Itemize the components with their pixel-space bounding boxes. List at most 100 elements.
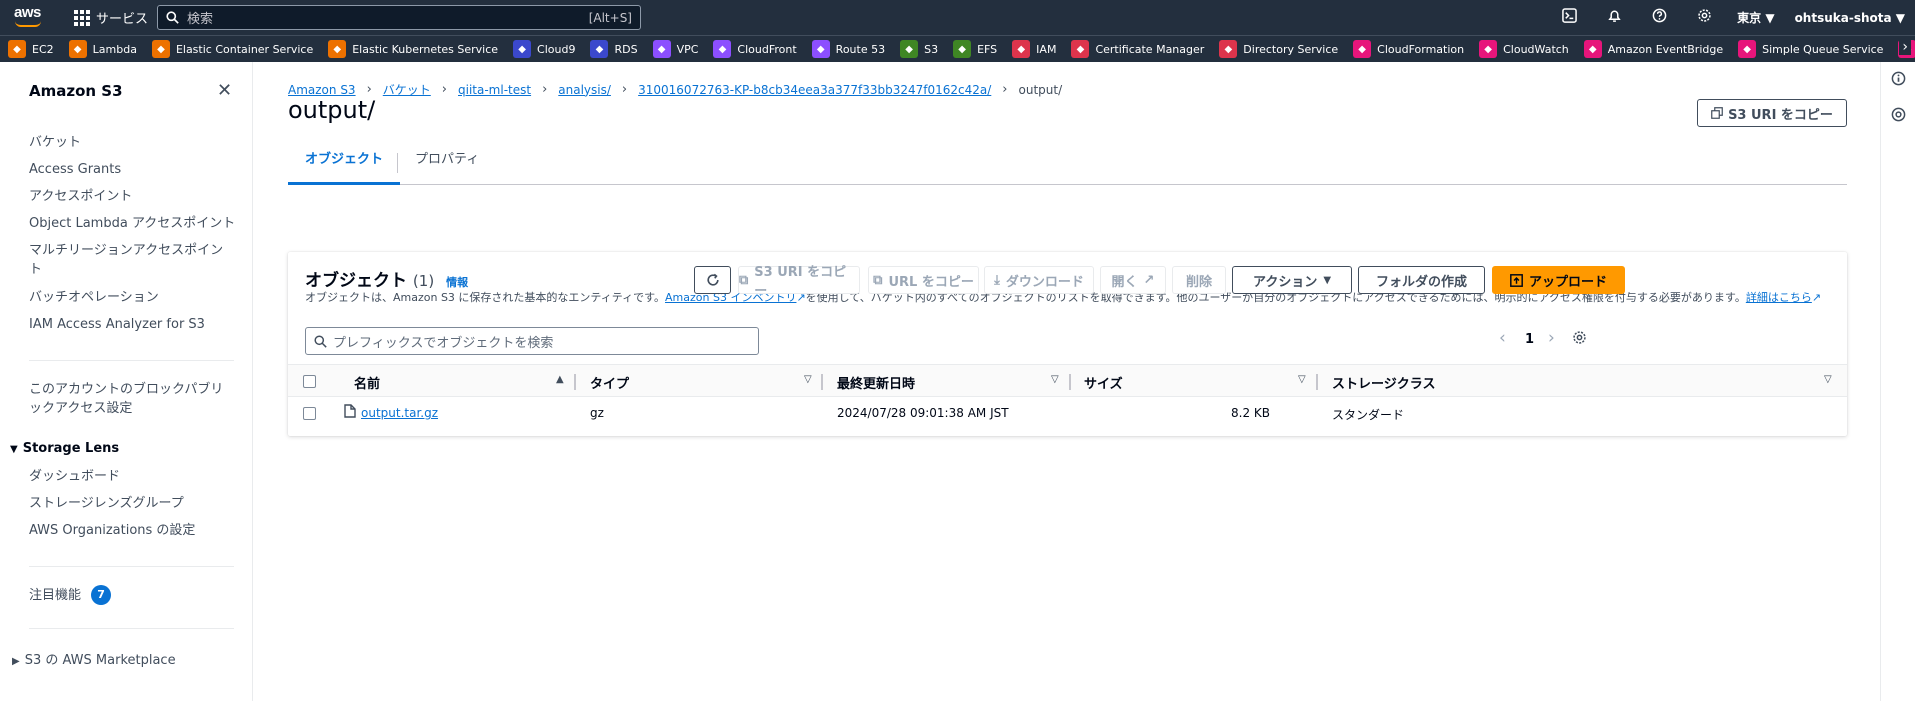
region-selector[interactable]: 東京 ▼ (1727, 9, 1784, 26)
caret-down-icon: ▼ (1323, 274, 1332, 286)
favorite-rds[interactable]: ◆ RDS (582, 40, 644, 58)
tab-objects[interactable]: オブジェクト (288, 142, 401, 185)
search-shortcut-hint: [Alt+S] (588, 10, 632, 25)
object-name[interactable]: output.tar.gz (361, 406, 438, 420)
sidebar-item-marketplace[interactable]: ▶ S3 の AWS Marketplace (12, 651, 176, 671)
copy-s3-uri-action-button[interactable]: ⧉ S3 URI をコピー (738, 265, 860, 299)
favorite-cloudformation[interactable]: ◆ CloudFormation (1345, 40, 1471, 58)
breadcrumb-amazon-s3[interactable]: Amazon S3 (288, 83, 356, 97)
column-header-size[interactable]: サイズ (1084, 373, 1123, 392)
cloudshell-icon[interactable] (1547, 8, 1592, 27)
column-header-storage-class[interactable]: ストレージクラス (1332, 373, 1435, 392)
sidebar-item-access-points[interactable]: アクセスポイント (29, 187, 132, 206)
favorite-cloud9[interactable]: ◆ Cloud9 (505, 40, 582, 58)
select-all-checkbox[interactable] (303, 375, 316, 388)
main-content: Amazon S3 › バケット › qiita-ml-test › analysis… (254, 62, 1880, 701)
global-search-input[interactable]: 検索 [Alt+S] (157, 5, 641, 30)
sort-icon[interactable]: ▽ (1298, 374, 1306, 385)
copy-url-button[interactable]: ⧉ URL をコピー (868, 266, 979, 294)
breadcrumb-job-folder[interactable]: 310016072763-KP-b8cb34eea3a377f33bb3247f… (638, 83, 991, 97)
favorite-lambda[interactable]: ◆ Lambda (61, 40, 144, 58)
download-button[interactable]: ⤓ ダウンロード (984, 266, 1094, 294)
favorite-cloudfront[interactable]: ◆ CloudFront (705, 40, 803, 58)
object-name-link[interactable]: output.tar.gz (361, 406, 438, 420)
sidebar-item-block-public-access[interactable]: このアカウントのブロックパブリックアクセス設定 (29, 380, 229, 418)
column-header-type[interactable]: タイプ (590, 373, 629, 392)
column-resizer[interactable] (821, 374, 823, 390)
info-link[interactable]: 情報 (446, 276, 468, 289)
settings-gear-icon[interactable] (1682, 8, 1727, 27)
sidebar-item-object-lambda[interactable]: Object Lambda アクセスポイント (29, 214, 235, 233)
download-label: ダウンロード (1005, 274, 1084, 290)
help-icon[interactable] (1637, 8, 1682, 27)
breadcrumb-bucket[interactable]: qiita-ml-test (458, 83, 531, 97)
sidebar-item-dashboard[interactable]: ダッシュボード (29, 467, 120, 486)
notifications-bell-icon[interactable] (1592, 8, 1637, 27)
column-header-last-modified[interactable]: 最終更新日時 (837, 373, 915, 392)
create-folder-button[interactable]: フォルダの作成 (1358, 266, 1485, 294)
services-menu-button[interactable]: サービス (74, 8, 148, 27)
close-icon[interactable]: ✕ (217, 80, 232, 101)
favorite-cloudwatch[interactable]: ◆ CloudWatch (1471, 40, 1576, 58)
table-header: 名前 ▲ タイプ ▽ 最終更新日時 ▽ サイズ ▽ ストレージクラス ▽ (288, 364, 1847, 397)
insights-icon[interactable] (1891, 107, 1906, 126)
search-icon (166, 11, 179, 24)
open-button[interactable]: 開く ↗ (1100, 266, 1166, 294)
actions-dropdown[interactable]: アクション ▼ (1232, 266, 1352, 294)
favorite-ecs[interactable]: ◆ Elastic Container Service (144, 40, 320, 58)
info-panel-icon[interactable] (1891, 71, 1906, 90)
favorite-ec2[interactable]: ◆ EC2 (0, 40, 61, 58)
row-checkbox[interactable] (303, 407, 316, 420)
column-resizer[interactable] (1316, 374, 1318, 390)
favorite-eventbridge[interactable]: ◆ Amazon EventBridge (1576, 40, 1730, 58)
favorite-iam[interactable]: ◆ IAM (1004, 40, 1063, 58)
refresh-button[interactable] (694, 266, 731, 294)
sidebar-item-iam-access-analyzer[interactable]: IAM Access Analyzer for S3 (29, 315, 205, 334)
preferences-gear-icon[interactable] (1572, 330, 1587, 349)
favorites-scroll-right-icon[interactable]: › (1899, 39, 1911, 55)
favorite-certificate[interactable]: ◆ Certificate Manager (1063, 40, 1211, 58)
side-navigation: Amazon S3 ✕ バケット Access Grants アクセスポイント … (0, 62, 253, 701)
page-number[interactable]: 1 (1525, 332, 1534, 347)
sidebar-item-batch-operations[interactable]: バッチオペレーション (29, 288, 159, 307)
account-menu[interactable]: ohtsuka-shota ▼ (1785, 11, 1915, 25)
previous-page-icon[interactable]: ‹ (1499, 328, 1506, 348)
object-search-placeholder: プレフィックスでオブジェクトを検索 (333, 335, 554, 351)
sort-icon[interactable]: ▽ (804, 374, 812, 385)
delete-button[interactable]: 削除 (1172, 266, 1226, 294)
aws-logo[interactable]: aws (14, 5, 46, 28)
favorite-s3[interactable]: ◆ S3 (892, 40, 945, 58)
next-page-icon[interactable]: › (1548, 328, 1555, 348)
objects-title: オブジェクト (305, 271, 407, 291)
favorite-route53[interactable]: ◆ Route 53 (804, 40, 892, 58)
sidebar-item-featured[interactable]: 注目機能 7 (29, 585, 112, 605)
favorite-label: EFS (977, 42, 998, 56)
column-header-name[interactable]: 名前 (354, 373, 380, 392)
sort-ascending-icon[interactable]: ▲ (556, 374, 564, 385)
favorite-sqs[interactable]: ◆ Simple Queue Service (1730, 40, 1890, 58)
storage-lens-section[interactable]: ▼ Storage Lens (10, 439, 119, 459)
favorite-vpc[interactable]: ◆ VPC (645, 40, 706, 58)
favorite-efs[interactable]: ◆ EFS (945, 40, 1004, 58)
caret-down-icon: ▼ (10, 444, 18, 455)
sidebar-item-organizations-settings[interactable]: AWS Organizations の設定 (29, 521, 195, 540)
column-resizer[interactable] (574, 374, 576, 390)
sidebar-item-multi-region[interactable]: マルチリージョンアクセスポイント (29, 241, 229, 279)
copy-s3-uri-button[interactable]: S3 URI をコピー (1697, 99, 1847, 127)
sidebar-item-access-grants[interactable]: Access Grants (29, 160, 121, 179)
object-search-input[interactable]: プレフィックスでオブジェクトを検索 (305, 327, 759, 355)
favorite-directory[interactable]: ◆ Directory Service (1211, 40, 1345, 58)
chevron-right-icon: › (1002, 82, 1008, 97)
column-resizer[interactable] (1069, 374, 1071, 390)
sidebar-item-storage-lens-groups[interactable]: ストレージレンズグループ (29, 494, 184, 513)
sidebar-item-buckets[interactable]: バケット (29, 133, 81, 152)
learn-more-link[interactable]: 詳細はこちら (1746, 291, 1812, 304)
breadcrumb-buckets[interactable]: バケット (383, 81, 431, 98)
tab-properties[interactable]: プロパティ (398, 142, 496, 185)
breadcrumb-analysis[interactable]: analysis/ (558, 83, 611, 97)
lambda-icon: ◆ (68, 40, 87, 58)
upload-button[interactable]: アップロード (1492, 266, 1625, 294)
favorite-eks[interactable]: ◆ Elastic Kubernetes Service (320, 40, 505, 58)
sort-icon[interactable]: ▽ (1051, 374, 1059, 385)
sort-icon[interactable]: ▽ (1824, 374, 1832, 385)
